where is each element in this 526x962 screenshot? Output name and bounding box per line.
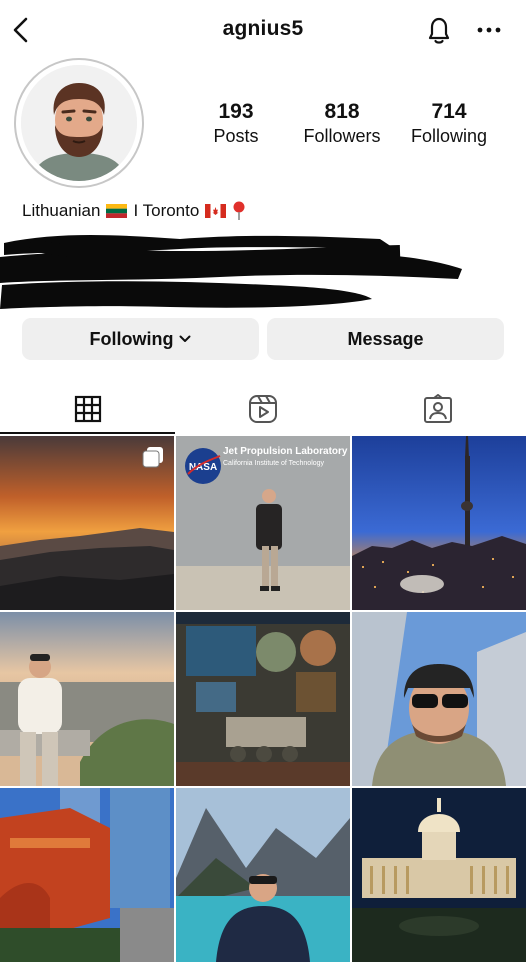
stat-following[interactable]: 714 Following	[394, 100, 504, 148]
avatar	[21, 65, 137, 181]
jpl-sign-subtitle: California Institute of Technology	[223, 460, 325, 467]
tab-reels[interactable]	[175, 384, 350, 434]
avatar-ring[interactable]	[14, 58, 144, 188]
top-bar: agnius5	[0, 0, 526, 60]
stat-followers[interactable]: 818 Followers	[287, 100, 397, 148]
profile-tabs	[0, 384, 526, 436]
posts-grid: NASA Jet Propulsion Laboratory Californi…	[0, 436, 526, 962]
following-label: Following	[410, 126, 488, 146]
tab-posts[interactable]	[0, 384, 175, 434]
post-thumbnail-5[interactable]	[176, 612, 350, 786]
post-thumbnail-9[interactable]	[352, 788, 526, 962]
post-thumbnail-4[interactable]	[0, 612, 174, 786]
canada-flag-icon	[205, 204, 227, 218]
bio: Lithuanian I Toronto	[22, 201, 246, 221]
redaction-scribble	[0, 235, 462, 309]
following-button-label: Following	[89, 328, 174, 349]
chevron-down-icon	[179, 335, 191, 342]
lithuania-flag-icon	[106, 204, 128, 218]
location-pin-icon	[233, 201, 245, 220]
followers-count: 818	[324, 100, 360, 123]
bio-text-1: Lithuanian	[22, 201, 101, 220]
stat-posts[interactable]: 193 Posts	[181, 100, 291, 148]
tab-tagged[interactable]	[350, 384, 525, 434]
jpl-sign-title: Jet Propulsion Laboratory	[223, 446, 348, 457]
message-button-label: Message	[347, 328, 424, 349]
grid-icon	[74, 395, 101, 423]
more-options-button[interactable]	[474, 18, 504, 42]
tagged-icon	[423, 394, 452, 423]
following-button[interactable]: Following	[22, 318, 259, 360]
posts-count: 193	[218, 100, 254, 123]
bell-icon	[428, 17, 450, 44]
bio-text-2: I Toronto	[133, 201, 200, 220]
following-count: 714	[431, 100, 467, 123]
post-thumbnail-6[interactable]	[352, 612, 526, 786]
post-thumbnail-1[interactable]	[0, 436, 174, 610]
post-thumbnail-7[interactable]	[0, 788, 174, 962]
posts-label: Posts	[213, 126, 259, 146]
tab-selected-indicator	[0, 432, 175, 434]
post-thumbnail-3[interactable]	[352, 436, 526, 610]
multiple-posts-icon	[142, 447, 163, 468]
followers-label: Followers	[303, 126, 381, 146]
more-horizontal-icon	[477, 27, 501, 33]
reels-icon	[248, 395, 277, 423]
post-thumbnail-2[interactable]: NASA Jet Propulsion Laboratory Californi…	[176, 436, 350, 610]
post-thumbnail-8[interactable]	[176, 788, 350, 962]
message-button[interactable]: Message	[267, 318, 504, 360]
notifications-button[interactable]	[424, 14, 454, 46]
